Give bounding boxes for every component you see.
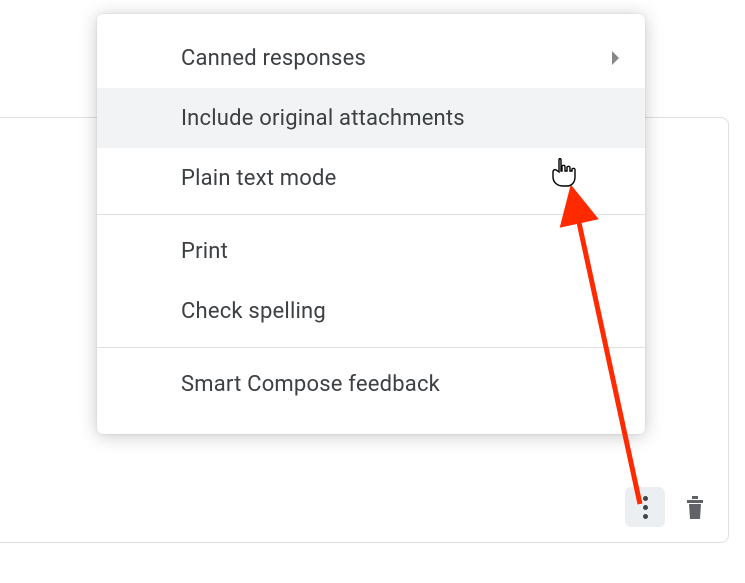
menu-item-label: Include original attachments [181,106,465,131]
menu-item-label: Canned responses [181,46,366,71]
more-options-menu: Canned responses Include original attach… [97,14,645,434]
menu-section: Smart Compose feedback [97,347,645,420]
chevron-right-icon [612,51,619,65]
menu-item-canned-responses[interactable]: Canned responses [97,28,645,88]
menu-item-label: Plain text mode [181,166,337,191]
menu-item-check-spelling[interactable]: Check spelling [97,281,645,341]
menu-item-label: Check spelling [181,299,326,324]
menu-item-label: Smart Compose feedback [181,372,440,397]
menu-item-label: Print [181,239,228,264]
compose-toolbar [625,487,715,527]
menu-section: Print Check spelling [97,214,645,347]
more-vertical-icon [643,496,648,519]
discard-draft-button[interactable] [675,487,715,527]
menu-item-print[interactable]: Print [97,221,645,281]
pointer-cursor-icon [550,158,578,188]
menu-item-include-original-attachments[interactable]: Include original attachments [97,88,645,148]
trash-icon [683,494,707,520]
more-options-button[interactable] [625,487,665,527]
menu-item-smart-compose-feedback[interactable]: Smart Compose feedback [97,354,645,414]
